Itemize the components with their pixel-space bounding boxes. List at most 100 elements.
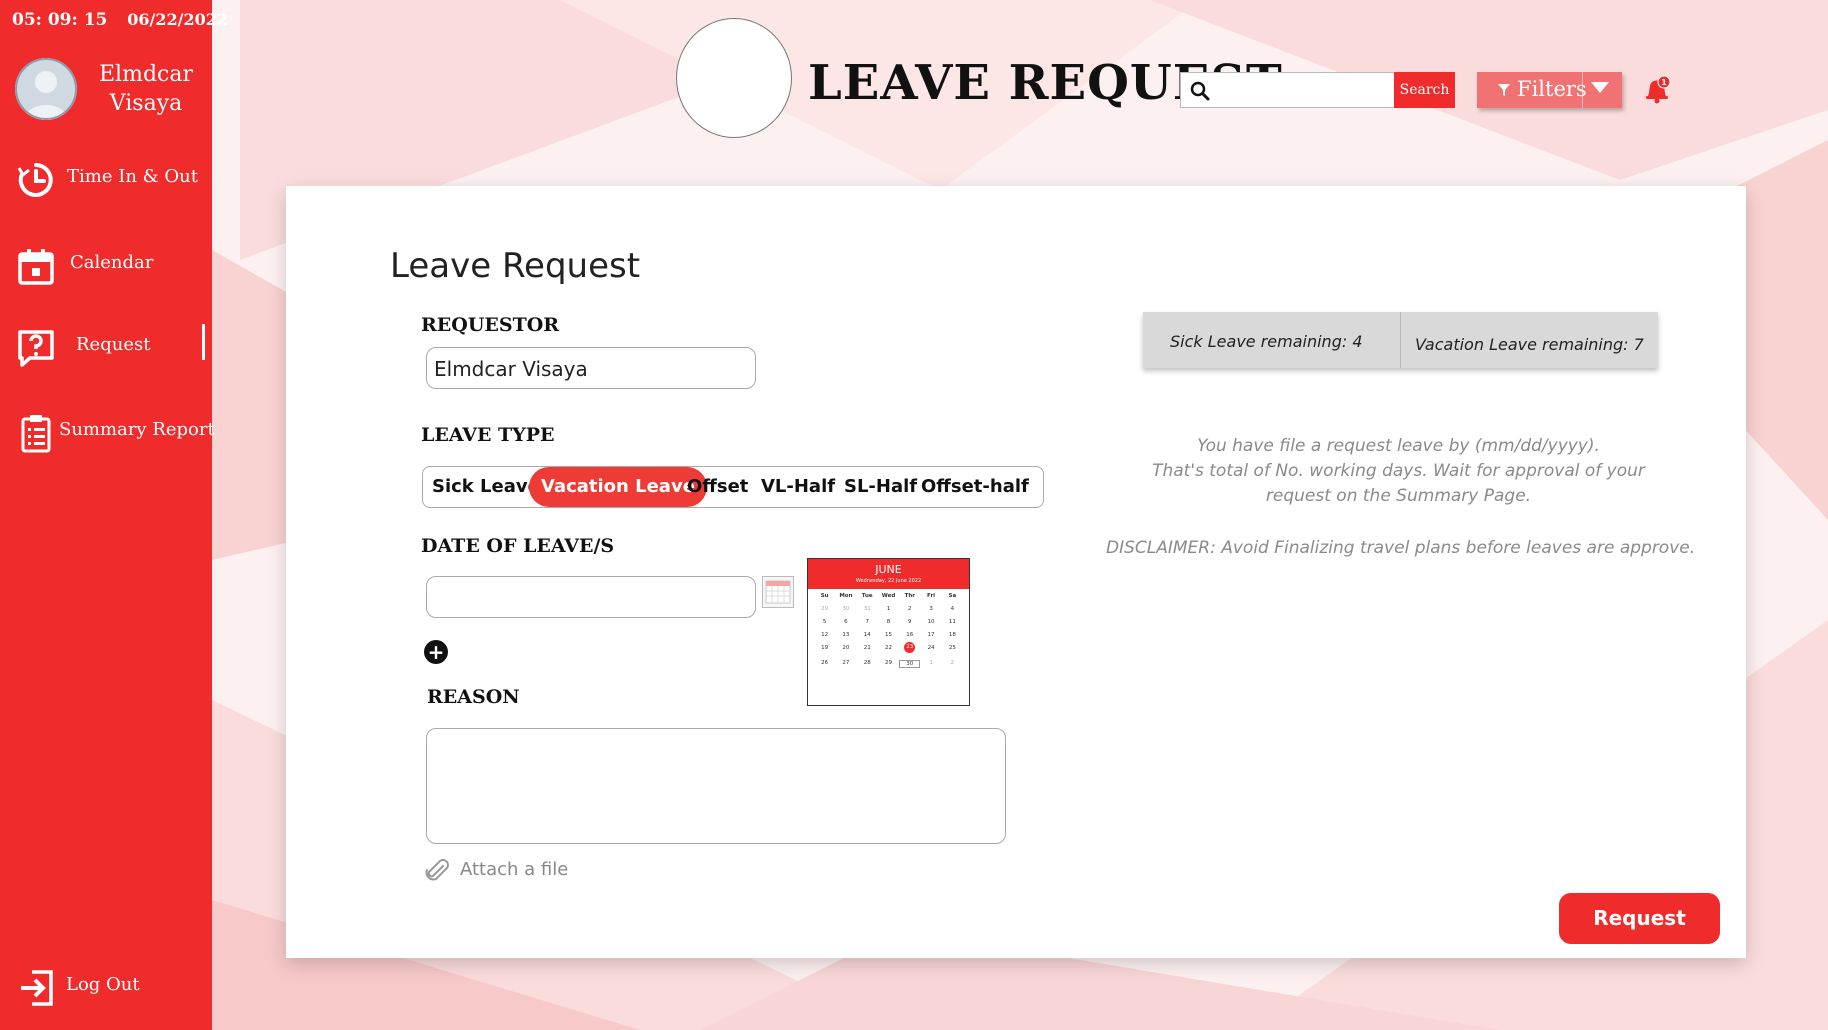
leave-type-vacation[interactable]: Vacation Leave <box>529 467 707 507</box>
requestor-field[interactable]: Elmdcar Visaya <box>426 347 756 389</box>
calendar-day[interactable]: 1 <box>878 606 899 612</box>
request-info: You have file a request leave by (mm/dd/… <box>1106 434 1691 509</box>
calendar-day[interactable]: 4 <box>942 606 963 612</box>
day-name: Mon <box>839 593 853 599</box>
calendar-icon <box>18 249 54 285</box>
sidebar-item-request[interactable]: Request <box>0 318 212 374</box>
mini-calendar-subtitle: Wednesday, 22 June 2022 <box>855 578 922 584</box>
sidebar-item-summary-report[interactable]: Summary Report <box>0 403 215 459</box>
search-button[interactable]: Search <box>1394 72 1455 108</box>
sidebar-item-calendar[interactable]: Calendar <box>0 236 212 292</box>
calendar-day[interactable]: 30 <box>835 606 856 612</box>
date-field[interactable] <box>426 576 756 618</box>
calendar-day[interactable]: 3 <box>920 606 941 612</box>
calendar-day[interactable]: 30 <box>899 660 921 668</box>
calendar-day[interactable]: 7 <box>857 619 878 625</box>
day-name: Fri <box>927 593 936 599</box>
calendar-day[interactable]: 16 <box>899 632 920 638</box>
search-input[interactable] <box>1180 72 1395 108</box>
sidebar-item-label: Time In & Out <box>67 166 198 187</box>
logout-button[interactable]: Log Out <box>0 958 212 1014</box>
requestor-label: REQUESTOR <box>421 314 560 336</box>
calendar-day[interactable]: 5 <box>814 619 835 625</box>
info-line: request on the Summary Page. <box>1265 486 1532 506</box>
calendar-day-selected[interactable]: 23 <box>904 642 916 653</box>
calendar-day[interactable]: 9 <box>899 619 920 625</box>
disclaimer: DISCLAIMER: Avoid Finalizing travel plan… <box>1106 538 1696 558</box>
add-date-button[interactable]: + <box>424 640 448 664</box>
clock: 05: 09: 15 06/22/2022 <box>12 10 228 30</box>
calendar-day[interactable]: 31 <box>857 606 878 612</box>
clipboard-icon <box>21 415 51 453</box>
dropdown-divider <box>1582 72 1583 108</box>
user-avatar-icon <box>15 58 77 120</box>
clock-icon <box>17 163 53 197</box>
active-indicator <box>202 324 205 360</box>
notification-count: 1 <box>1661 78 1667 87</box>
balance-divider <box>1400 312 1401 368</box>
mini-calendar: JUNE Wednesday, 22 June 2022 Su Mon Tue … <box>807 558 970 706</box>
calendar-day[interactable]: 14 <box>857 632 878 638</box>
date-picker-button[interactable] <box>762 576 794 608</box>
calendar-day[interactable]: 6 <box>835 619 856 625</box>
info-line: You have file a request leave by (mm/dd/… <box>1197 436 1600 456</box>
vacation-leave-balance: Vacation Leave remaining: 7 <box>1415 335 1644 354</box>
calendar-day[interactable]: 27 <box>835 660 856 668</box>
sidebar-item-label: Calendar <box>70 252 154 273</box>
clock-time: 05: 09: 15 <box>12 10 108 30</box>
calendar-day[interactable]: 29 <box>878 660 899 668</box>
date-label: DATE OF LEAVE/S <box>421 535 615 557</box>
sidebar-item-label: Summary Report <box>59 419 215 440</box>
leave-type-offset[interactable]: Offset <box>687 467 748 507</box>
calendar-day[interactable]: 25 <box>942 645 963 653</box>
logo-placeholder <box>676 18 792 138</box>
calendar-day[interactable]: 2 <box>899 606 920 612</box>
calendar-day[interactable]: 29 <box>814 606 835 612</box>
calendar-day[interactable]: 1 <box>920 660 941 668</box>
calendar-day[interactable]: 24 <box>920 645 941 653</box>
leave-type-label: LEAVE TYPE <box>421 424 555 446</box>
leave-type-vl-half[interactable]: VL-Half <box>761 467 835 507</box>
calendar-day[interactable]: 21 <box>857 645 878 653</box>
leave-type-offset-half[interactable]: Offset-half <box>921 467 1029 507</box>
calendar-day[interactable]: 2 <box>942 660 963 668</box>
leave-type-sick[interactable]: Sick Leave <box>432 467 540 507</box>
calendar-day[interactable]: 13 <box>835 632 856 638</box>
calendar-day[interactable]: 8 <box>878 619 899 625</box>
paperclip-icon <box>425 859 449 881</box>
calendar-day[interactable]: 10 <box>920 619 941 625</box>
user-first-name: Elmdcar <box>99 62 193 87</box>
notification-bell-icon[interactable]: 1 <box>1643 74 1671 104</box>
calendar-day[interactable]: 19 <box>814 645 835 653</box>
submit-request-button[interactable]: Request <box>1559 893 1720 944</box>
attach-file-label: Attach a file <box>460 859 569 880</box>
user-last-name: Visaya <box>109 91 183 116</box>
logout-icon <box>21 970 53 1006</box>
leave-balances: Sick Leave remaining: 4 Vacation Leave r… <box>1143 312 1658 368</box>
mini-calendar-header: JUNE Wednesday, 22 June 2022 <box>808 559 969 589</box>
calendar-day[interactable]: 11 <box>942 619 963 625</box>
day-name: Wed <box>881 593 896 599</box>
calendar-day[interactable]: 20 <box>835 645 856 653</box>
day-name: Su <box>820 593 829 599</box>
reason-textarea[interactable] <box>426 728 1006 844</box>
logout-label: Log Out <box>66 974 140 995</box>
avatar[interactable] <box>15 58 77 120</box>
calendar-day[interactable]: 26 <box>814 660 835 668</box>
leave-request-card: Leave Request REQUESTOR Elmdcar Visaya L… <box>286 186 1746 958</box>
user-name: Elmdcar Visaya <box>86 60 206 118</box>
sidebar-item-time-in-out[interactable]: Time In & Out <box>0 150 212 206</box>
clock-date: 06/22/2022 <box>127 10 229 29</box>
info-line: That's total of No. working days. Wait f… <box>1152 461 1645 481</box>
calendar-day[interactable]: 15 <box>878 632 899 638</box>
day-name: Tue <box>861 593 873 599</box>
leave-type-sl-half[interactable]: SL-Half <box>844 467 917 507</box>
calendar-day[interactable]: 17 <box>920 632 941 638</box>
mini-calendar-grid: Su Mon Tue Wed Thr Fri Sa 29 30 31 1 2 3… <box>808 589 969 668</box>
sidebar-item-label: Request <box>76 334 151 355</box>
calendar-day[interactable]: 12 <box>814 632 835 638</box>
calendar-day[interactable]: 18 <box>942 632 963 638</box>
filters-dropdown[interactable]: Filters <box>1477 72 1622 108</box>
calendar-day[interactable]: 28 <box>857 660 878 668</box>
calendar-day[interactable]: 22 <box>878 645 899 653</box>
